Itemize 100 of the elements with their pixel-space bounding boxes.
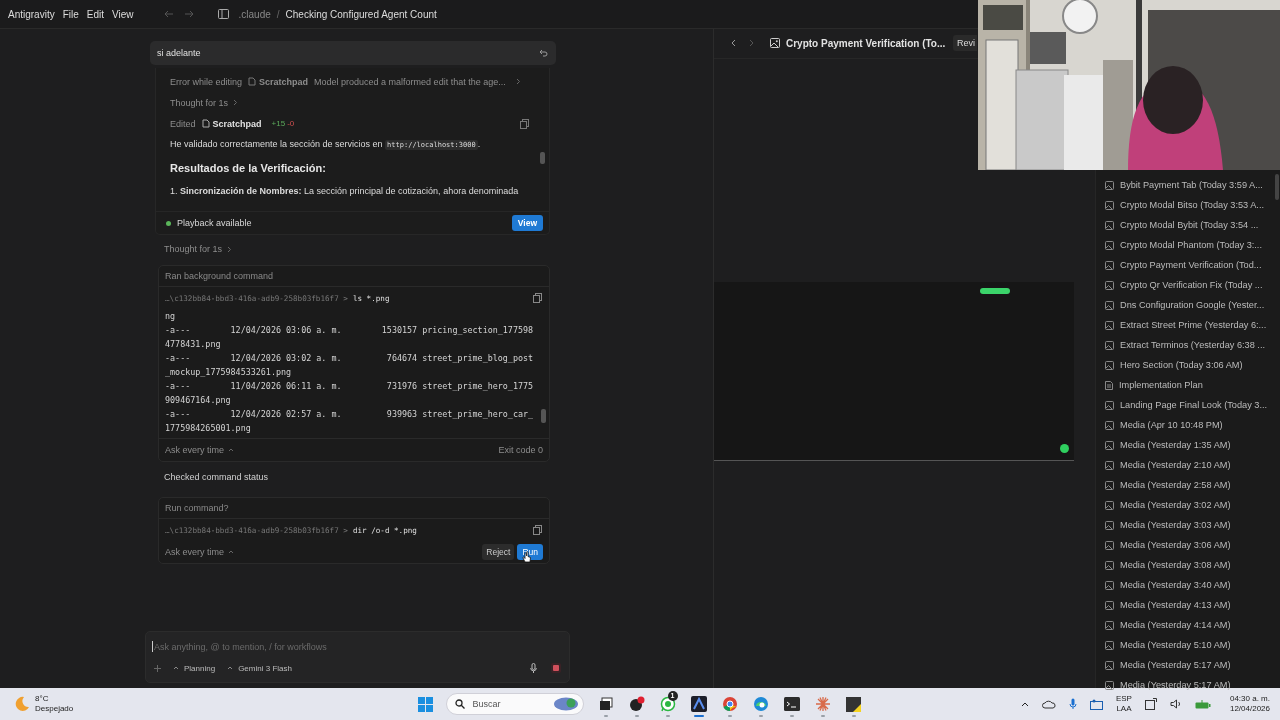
artifact-item[interactable]: Crypto Modal Bybit (Today 3:54 ...	[1096, 215, 1280, 235]
artifact-item[interactable]: Landing Page Final Look (Today 3...	[1096, 395, 1280, 415]
back-arrow-icon[interactable]	[163, 9, 174, 19]
menu-item[interactable]: File	[62, 8, 79, 20]
copy-icon[interactable]	[520, 118, 529, 129]
chevron-up-icon[interactable]	[1020, 701, 1029, 707]
menu-item[interactable]: View	[112, 8, 134, 20]
artifact-item[interactable]: Extract Terminos (Yesterday 6:38 ...	[1096, 335, 1280, 355]
artifact-item[interactable]: Media (Yesterday 1:35 AM)	[1096, 435, 1280, 455]
taskbar-search-field[interactable]: Buscar	[445, 693, 584, 715]
image-icon	[1105, 680, 1114, 690]
copy-icon[interactable]	[533, 525, 542, 535]
artifact-item[interactable]: Media (Yesterday 3:08 AM)	[1096, 555, 1280, 575]
artifact-item[interactable]: Hero Section (Today 3:06 AM)	[1096, 355, 1280, 375]
chevron-right-icon[interactable]	[515, 78, 521, 85]
file-name[interactable]: Scratchpad	[259, 76, 309, 87]
chat-input-field[interactable]: Ask anything, @ to mention, / for workflows Planning Gemini 3 Flash	[145, 631, 570, 683]
artifact-item[interactable]: Media (Yesterday 3:02 AM)	[1096, 495, 1280, 515]
thought-label[interactable]: Thought for 1s	[170, 97, 229, 108]
plus-icon[interactable]	[154, 664, 161, 672]
browser-icon[interactable]	[752, 696, 769, 712]
artifact-item[interactable]: Media (Yesterday 5:17 AM)	[1096, 675, 1280, 695]
file-name[interactable]: Scratchpad	[212, 118, 262, 129]
monitor-icon[interactable]	[1089, 698, 1103, 710]
artifact-item[interactable]: Media (Yesterday 3:03 AM)	[1096, 515, 1280, 535]
view-button[interactable]: View	[511, 215, 543, 231]
artifact-item[interactable]: Media (Yesterday 2:58 AM)	[1096, 475, 1280, 495]
network-icon[interactable]	[1144, 698, 1157, 710]
terminal-icon[interactable]	[783, 697, 800, 711]
stop-icon[interactable]	[551, 663, 561, 673]
clock-time[interactable]: 04:30 a. m.	[1229, 694, 1270, 704]
input-language[interactable]: ESP	[1115, 694, 1132, 704]
battery-icon[interactable]	[1194, 699, 1211, 709]
copy-icon[interactable]	[533, 293, 542, 303]
app-circle-icon[interactable]	[628, 696, 645, 712]
task-view-icon[interactable]	[598, 697, 613, 711]
chevron-right-icon[interactable]	[233, 99, 239, 106]
artifact-item[interactable]: Media (Yesterday 5:10 AM)	[1096, 635, 1280, 655]
artifact-item[interactable]: Media (Yesterday 5:17 AM)	[1096, 655, 1280, 675]
image-icon	[1105, 280, 1114, 290]
sticky-note-icon[interactable]	[846, 696, 861, 712]
approval-policy[interactable]: Ask every time	[165, 547, 224, 557]
artifact-item[interactable]: Crypto Qr Verification Fix (Today ...	[1096, 275, 1280, 295]
menu-item[interactable]: Edit	[86, 8, 105, 20]
forward-arrow-icon[interactable]	[183, 9, 194, 19]
keyboard-layout[interactable]: LAA	[1115, 704, 1132, 714]
lines-removed: -0	[287, 119, 295, 128]
starburst-icon[interactable]	[814, 696, 831, 712]
terminal-line: 1775984265001.png	[165, 422, 252, 435]
reject-button[interactable]: Reject	[482, 544, 515, 560]
artifact-item[interactable]: Media (Yesterday 3:06 AM)	[1096, 535, 1280, 555]
cloud-icon[interactable]	[1041, 699, 1056, 709]
caret-up-icon[interactable]	[227, 666, 234, 670]
windows-start-icon[interactable]	[417, 696, 433, 712]
terminal-line: -a--- 12/04/2026 03:02 a. m. 764674 street_prime_blog_post	[165, 352, 535, 365]
artifact-item[interactable]: Crypto Payment Verification (Tod...	[1096, 255, 1280, 275]
card-title: Ran background command	[159, 266, 549, 287]
breadcrumb-separator: /	[276, 8, 280, 20]
chevron-right-icon[interactable]	[227, 245, 233, 253]
image-icon	[1105, 220, 1114, 230]
sidebar-toggle-icon[interactable]	[217, 9, 229, 19]
artifact-item[interactable]: Dns Configuration Google (Yester...	[1096, 295, 1280, 315]
approval-policy[interactable]: Ask every time	[165, 445, 224, 455]
artifact-item[interactable]: Media (Yesterday 3:40 AM)	[1096, 575, 1280, 595]
chevron-right-icon[interactable]	[749, 39, 754, 47]
review-button[interactable]: Revi	[953, 35, 977, 51]
caret-up-icon[interactable]	[228, 448, 234, 452]
artifact-item[interactable]: Crypto Modal Phantom (Today 3:...	[1096, 235, 1280, 255]
image-icon	[1105, 500, 1114, 510]
artifact-item[interactable]: Media (Apr 10 10:48 PM)	[1096, 415, 1280, 435]
breadcrumb-folder[interactable]: .claude	[238, 8, 271, 20]
undo-icon[interactable]	[539, 49, 548, 57]
caret-up-icon[interactable]	[173, 666, 179, 670]
artifact-item[interactable]: Media (Yesterday 4:13 AM)	[1096, 595, 1280, 615]
status-dot	[1060, 444, 1069, 453]
caret-up-icon[interactable]	[228, 550, 234, 554]
artifact-item[interactable]: Extract Street Prime (Yesterday 6:...	[1096, 315, 1280, 335]
artifact-item[interactable]: Crypto Modal Bitso (Today 3:53 A...	[1096, 195, 1280, 215]
chat-bubble-icon[interactable]	[659, 696, 676, 712]
artifact-item[interactable]: Bybit Payment Tab (Today 3:59 A...	[1096, 175, 1280, 195]
microphone-icon[interactable]	[530, 663, 537, 673]
image-icon	[1105, 320, 1114, 330]
model-selector[interactable]: Gemini 3 Flash	[238, 663, 292, 673]
clock-date[interactable]: 12/04/2026	[1229, 704, 1270, 714]
terminal-line: 909467164.png	[165, 394, 232, 407]
response-heading: Resultados de la Verificación:	[170, 162, 327, 174]
image-icon	[1105, 660, 1114, 670]
browser-icon[interactable]	[721, 696, 738, 712]
file-icon	[248, 77, 257, 86]
speaker-icon[interactable]	[1169, 699, 1182, 709]
chevron-left-icon[interactable]	[731, 39, 736, 47]
image-icon	[1105, 580, 1114, 590]
thought-label[interactable]: Thought for 1s	[164, 244, 223, 254]
microphone-icon[interactable]	[1068, 698, 1077, 710]
artifact-item[interactable]: Implementation Plan	[1096, 375, 1280, 395]
app-logo-icon[interactable]	[690, 696, 707, 712]
mode-selector[interactable]: Planning	[184, 663, 216, 673]
artifact-item[interactable]: Media (Yesterday 4:14 AM)	[1096, 615, 1280, 635]
artifact-item[interactable]: Media (Yesterday 2:10 AM)	[1096, 455, 1280, 475]
playback-label: Playback available	[177, 218, 252, 228]
